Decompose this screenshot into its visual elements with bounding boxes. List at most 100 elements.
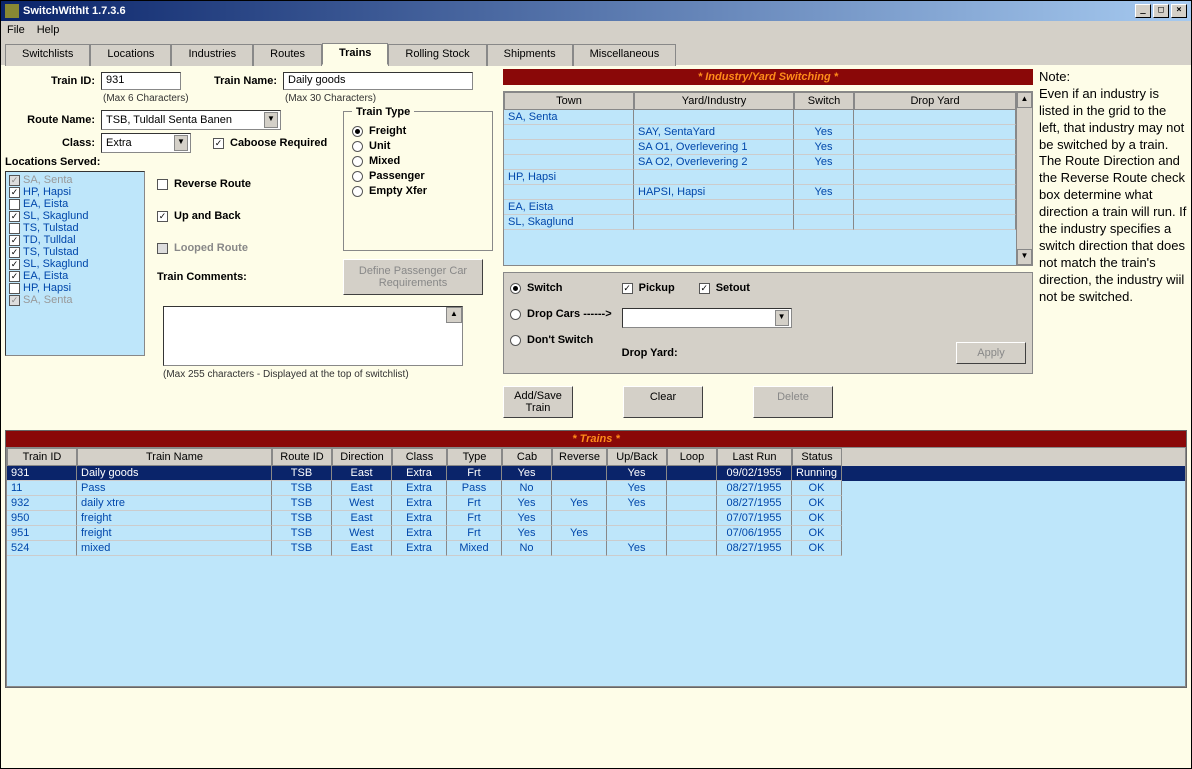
looped-route-checkbox <box>157 243 168 254</box>
checkbox-icon <box>9 295 20 306</box>
dont-switch-radio[interactable] <box>510 335 521 346</box>
up-and-back-checkbox[interactable] <box>157 211 168 222</box>
route-name-select[interactable]: TSB, Tuldall Senta Banen▼ <box>101 110 281 130</box>
industry-row[interactable]: EA, Eista <box>504 200 1016 215</box>
tab-trains[interactable]: Trains <box>322 43 388 65</box>
column-header[interactable]: Train Name <box>77 448 272 466</box>
column-header[interactable]: Type <box>447 448 502 466</box>
industry-row[interactable]: HAPSI, HapsiYes <box>504 185 1016 200</box>
tab-industries[interactable]: Industries <box>171 44 253 66</box>
column-header[interactable]: Up/Back <box>607 448 667 466</box>
checkbox-icon <box>9 259 20 270</box>
setout-checkbox[interactable] <box>699 283 710 294</box>
tab-rolling-stock[interactable]: Rolling Stock <box>388 44 486 66</box>
reverse-route-checkbox[interactable] <box>157 179 168 190</box>
tab-miscellaneous[interactable]: Miscellaneous <box>573 44 677 66</box>
tab-shipments[interactable]: Shipments <box>487 44 573 66</box>
train-row[interactable]: 524mixedTSBEastExtraMixedNoYes08/27/1955… <box>7 541 1185 556</box>
location-item[interactable]: TS, Tulstad <box>8 222 142 234</box>
train-row[interactable]: 932daily xtreTSBWestExtraFrtYesYesYes08/… <box>7 496 1185 511</box>
checkbox-icon <box>9 283 20 294</box>
checkbox-icon <box>9 199 20 210</box>
industry-row[interactable]: SAY, SentaYardYes <box>504 125 1016 140</box>
location-item[interactable]: HP, Hapsi <box>8 282 142 294</box>
label-comments: Train Comments: <box>157 271 247 283</box>
train-id-input[interactable]: 931 <box>101 72 181 90</box>
menu-help[interactable]: Help <box>37 24 60 36</box>
train-id-hint: (Max 6 Characters) <box>103 93 189 104</box>
location-item[interactable]: TS, Tulstad <box>8 246 142 258</box>
tab-routes[interactable]: Routes <box>253 44 322 66</box>
train-type-radio[interactable] <box>352 141 363 152</box>
location-item[interactable]: EA, Eista <box>8 270 142 282</box>
industry-row[interactable]: SA O2, Overlevering 2Yes <box>504 155 1016 170</box>
train-type-radio[interactable] <box>352 126 363 137</box>
train-type-radio[interactable] <box>352 156 363 167</box>
train-row[interactable]: 11PassTSBEastExtraPassNoYes08/27/1955OK <box>7 481 1185 496</box>
location-item[interactable]: HP, Hapsi <box>8 186 142 198</box>
scroll-down-icon[interactable]: ▼ <box>1017 249 1032 265</box>
checkbox-icon <box>9 247 20 258</box>
window-title: SwitchWithIt 1.7.3.6 <box>23 5 126 17</box>
location-item[interactable]: TD, Tulldal <box>8 234 142 246</box>
train-row[interactable]: 950freightTSBEastExtraFrtYes07/07/1955OK <box>7 511 1185 526</box>
train-name-input[interactable]: Daily goods <box>283 72 473 90</box>
industry-yard-header: * Industry/Yard Switching * <box>503 69 1033 85</box>
train-type-radio[interactable] <box>352 186 363 197</box>
location-item[interactable]: EA, Eista <box>8 198 142 210</box>
train-type-radio[interactable] <box>352 171 363 182</box>
location-item[interactable]: SL, Skaglund <box>8 210 142 222</box>
train-name-hint: (Max 30 Characters) <box>285 93 376 104</box>
clear-button[interactable]: Clear <box>623 386 703 418</box>
minimize-button[interactable]: _ <box>1135 4 1151 18</box>
label-train-name: Train Name: <box>187 75 277 87</box>
train-row[interactable]: 951freightTSBWestExtraFrtYesYes07/06/195… <box>7 526 1185 541</box>
define-passenger-button: Define Passenger Car Requirements <box>343 259 483 295</box>
note-title: Note: <box>1039 69 1187 86</box>
pickup-checkbox[interactable] <box>622 283 633 294</box>
titlebar: SwitchWithIt 1.7.3.6 _ □ × <box>1 1 1191 21</box>
locations-listbox[interactable]: SA, SentaHP, HapsiEA, EistaSL, SkaglundT… <box>5 171 145 356</box>
column-header[interactable]: Reverse <box>552 448 607 466</box>
add-save-train-button[interactable]: Add/Save Train <box>503 386 573 418</box>
trains-header: * Trains * <box>6 431 1186 447</box>
checkbox-icon <box>9 211 20 222</box>
caboose-checkbox[interactable] <box>213 138 224 149</box>
industry-row[interactable]: SL, Skaglund <box>504 215 1016 230</box>
chevron-down-icon: ▼ <box>264 112 278 128</box>
column-header[interactable]: Class <box>392 448 447 466</box>
industry-row[interactable]: SA, Senta <box>504 110 1016 125</box>
scroll-up-icon[interactable]: ▲ <box>1017 92 1032 108</box>
drop-cars-select[interactable]: ▼ <box>622 308 792 328</box>
industry-row[interactable]: HP, Hapsi <box>504 170 1016 185</box>
column-header[interactable]: Last Run <box>717 448 792 466</box>
train-type-group: Train Type FreightUnitMixedPassengerEmpt… <box>343 111 493 251</box>
switch-options-panel: Switch Drop Cars ------> Don't Switch Pi… <box>503 272 1033 374</box>
label-train-id: Train ID: <box>5 75 95 87</box>
column-header[interactable]: Cab <box>502 448 552 466</box>
column-header[interactable]: Route ID <box>272 448 332 466</box>
column-header[interactable]: Loop <box>667 448 717 466</box>
menu-file[interactable]: File <box>7 24 25 36</box>
tab-locations[interactable]: Locations <box>90 44 171 66</box>
checkbox-icon <box>9 175 20 186</box>
chevron-up-icon: ▲ <box>446 307 462 323</box>
location-item[interactable]: SL, Skaglund <box>8 258 142 270</box>
checkbox-icon <box>9 271 20 282</box>
tab-switchlists[interactable]: Switchlists <box>5 44 90 66</box>
switch-radio[interactable] <box>510 283 521 294</box>
column-header[interactable]: Train ID <box>7 448 77 466</box>
maximize-button[interactable]: □ <box>1153 4 1169 18</box>
industry-row[interactable]: SA O1, Overlevering 1Yes <box>504 140 1016 155</box>
column-header[interactable]: Direction <box>332 448 392 466</box>
close-button[interactable]: × <box>1171 4 1187 18</box>
drop-cars-radio[interactable] <box>510 309 521 320</box>
label-class: Class: <box>5 137 95 149</box>
class-select[interactable]: Extra▼ <box>101 133 191 153</box>
comments-textarea[interactable]: ▲ <box>163 306 463 366</box>
chevron-down-icon: ▼ <box>174 135 188 151</box>
scrollbar[interactable]: ▲ ▼ <box>1016 92 1032 265</box>
comments-hint: (Max 255 characters - Displayed at the t… <box>163 369 463 380</box>
column-header[interactable]: Status <box>792 448 842 466</box>
train-row[interactable]: 931Daily goodsTSBEastExtraFrtYesYes09/02… <box>7 466 1185 481</box>
